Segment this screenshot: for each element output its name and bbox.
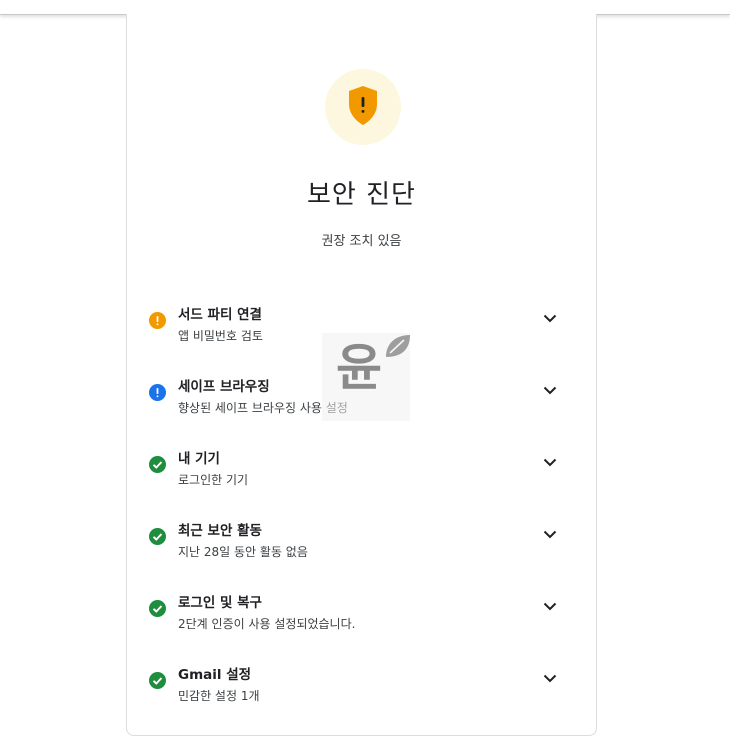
checkup-item-signin-recovery[interactable]: 로그인 및 복구 2단계 인증이 사용 설정되었습니다.	[127, 582, 596, 642]
browser-top-bar	[0, 0, 730, 15]
chevron-down-icon[interactable]	[543, 458, 557, 467]
watermark-glyph: 윤	[336, 339, 382, 397]
page-subtitle: 권장 조치 있음	[321, 234, 402, 249]
item-title: 내 기기	[178, 451, 220, 467]
item-description: 지난 28일 동안 활동 없음	[178, 545, 308, 559]
item-description: 민감한 설정 1개	[178, 689, 260, 703]
check-icon	[149, 456, 166, 473]
checkup-item-gmail-settings[interactable]: Gmail 설정 민감한 설정 1개	[127, 654, 596, 714]
leaf-icon	[386, 335, 410, 357]
info-icon	[149, 384, 166, 401]
shield-warning-icon	[349, 86, 377, 125]
item-title: 세이프 브라우징	[178, 379, 270, 395]
check-icon	[149, 600, 166, 617]
item-description: 앱 비밀번호 검토	[178, 329, 263, 343]
item-title: 서드 파티 연결	[178, 307, 262, 323]
checkup-item-recent-activity[interactable]: 최근 보안 활동 지난 28일 동안 활동 없음	[127, 510, 596, 570]
chevron-down-icon[interactable]	[543, 386, 557, 395]
chevron-down-icon[interactable]	[543, 674, 557, 683]
shield-badge	[325, 69, 401, 145]
chevron-down-icon[interactable]	[543, 530, 557, 539]
chevron-down-icon[interactable]	[543, 314, 557, 323]
item-description: 2단계 인증이 사용 설정되었습니다.	[178, 617, 356, 631]
item-title: 최근 보안 활동	[178, 523, 262, 539]
check-icon	[149, 528, 166, 545]
check-icon	[149, 672, 166, 689]
item-description: 로그인한 기기	[178, 473, 249, 487]
item-title: 로그인 및 복구	[178, 595, 262, 611]
item-title: Gmail 설정	[178, 667, 252, 683]
checkup-item-devices[interactable]: 내 기기 로그인한 기기	[127, 438, 596, 498]
warning-icon	[149, 312, 166, 329]
page-title: 보안 진단	[307, 180, 416, 210]
watermark-logo: 윤	[322, 333, 410, 421]
chevron-down-icon[interactable]	[543, 602, 557, 611]
